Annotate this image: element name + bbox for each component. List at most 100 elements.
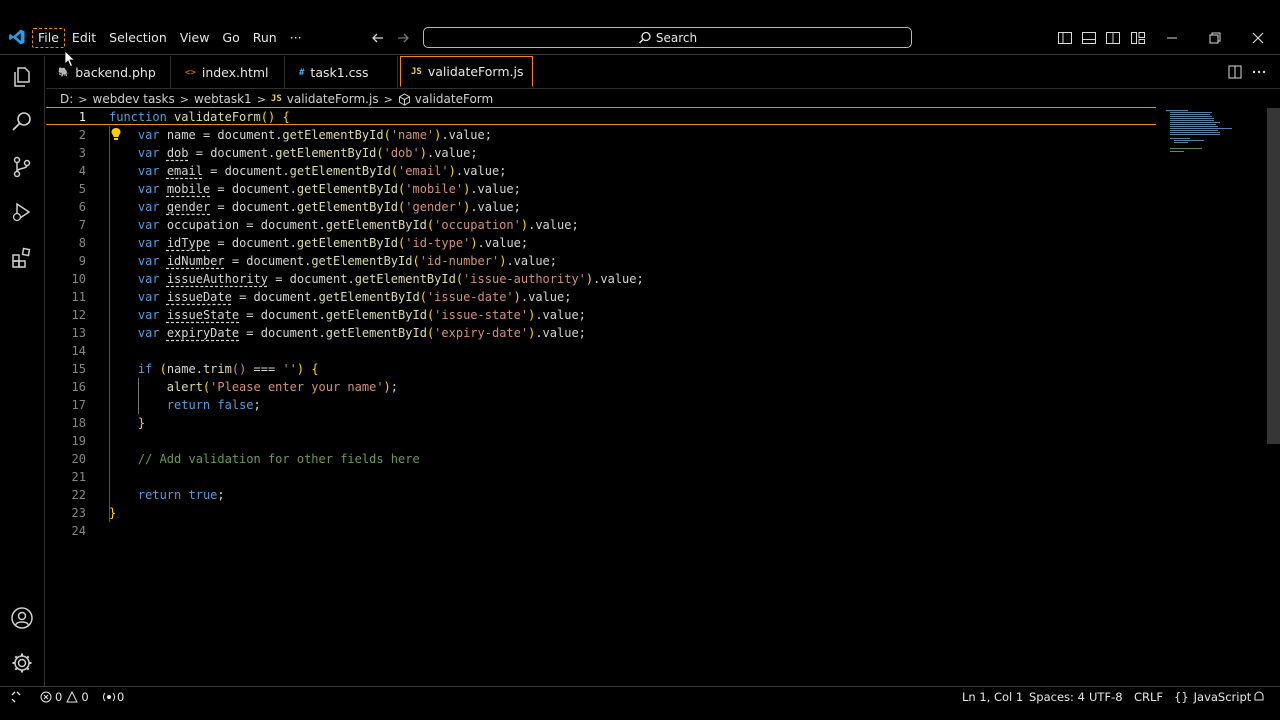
tab-task1-css[interactable]: # task1.css (285, 56, 398, 89)
code-text: var dob = document.getElementById('dob')… (137, 146, 478, 160)
minimap[interactable] (1164, 108, 1244, 153)
restore-icon[interactable] (1207, 30, 1223, 46)
code-line[interactable]: 24 (46, 522, 1156, 540)
code-line[interactable]: 5 var mobile = document.getElementById('… (46, 180, 1156, 198)
explorer-icon[interactable] (10, 65, 34, 89)
code-line[interactable]: 6 var gender = document.getElementById('… (46, 198, 1156, 216)
breadcrumb-folder[interactable]: webdev tasks (93, 92, 175, 106)
command-center-search[interactable]: Search (423, 27, 912, 48)
menu-go[interactable]: Go (216, 28, 245, 48)
split-editor-icon[interactable] (1228, 65, 1242, 79)
toggle-secondary-sidebar-icon[interactable] (1105, 30, 1121, 46)
language-mode[interactable]: {} JavaScript (1174, 689, 1251, 705)
code-line[interactable]: 16 alert('Please enter your name'); (46, 378, 1156, 396)
code-line[interactable]: 1 function validateForm() { (46, 107, 1156, 125)
menu-view[interactable]: View (174, 28, 216, 48)
code-line[interactable]: 7 var occupation = document.getElementBy… (46, 216, 1156, 234)
code-text: return true; (137, 488, 225, 502)
code-text: } (137, 416, 146, 430)
menu-edit[interactable]: Edit (66, 28, 102, 48)
code-line[interactable]: 10 var issueAuthority = document.getElem… (46, 270, 1156, 288)
code-line[interactable]: 15 if (name.trim() === '') { (46, 360, 1156, 378)
line-number: 14 (71, 344, 86, 358)
tab-backend-php[interactable]: 🐘 backend.php (46, 56, 171, 89)
code-line[interactable]: 21 (46, 468, 1156, 486)
code-text: var idType = document.getElementById('id… (137, 236, 529, 250)
toggle-primary-sidebar-icon[interactable] (1057, 30, 1073, 46)
braces-icon: {} (1174, 690, 1189, 704)
search-icon (638, 31, 651, 43)
code-line[interactable]: 8 var idType = document.getElementById('… (46, 234, 1156, 252)
symbol-method-icon (398, 92, 410, 106)
menu-selection[interactable]: Selection (103, 28, 173, 48)
code-line[interactable]: 17 return false; (46, 396, 1156, 414)
code-line[interactable]: 18 } (46, 414, 1156, 432)
bell-icon[interactable] (1253, 690, 1265, 704)
end-of-line[interactable]: CRLF (1134, 689, 1163, 705)
code-text: var issueDate = document.getElementById(… (137, 290, 572, 304)
vertical-scrollbar[interactable] (1267, 108, 1280, 444)
code-line[interactable]: 22 return true; (46, 486, 1156, 504)
menu-run[interactable]: Run (247, 28, 283, 48)
warning-count: 0 (81, 690, 89, 704)
code-line[interactable]: 20 // Add validation for other fields he… (46, 450, 1156, 468)
code-line[interactable]: 3 var dob = document.getElementById('dob… (46, 144, 1156, 162)
breadcrumb-folder[interactable]: webtask1 (194, 92, 252, 106)
activity-bar (0, 56, 45, 686)
code-editor[interactable]: 1 function validateForm() {2 var name = d… (46, 107, 1266, 686)
arrow-right-icon[interactable] (395, 30, 411, 46)
minimize-icon[interactable] (1164, 30, 1180, 46)
code-text: var occupation = document.getElementById… (137, 218, 579, 232)
ports-indicator[interactable]: 0 (103, 689, 124, 705)
extensions-icon[interactable] (10, 246, 34, 270)
js-icon: JS (411, 66, 422, 77)
tab-label: task1.css (310, 65, 369, 80)
line-number: 16 (71, 380, 86, 394)
code-line[interactable]: 4 var email = document.getElementById('e… (46, 162, 1156, 180)
code-line[interactable]: 2 var name = document.getElementById('na… (46, 126, 1156, 144)
language-label: JavaScript (1193, 690, 1252, 704)
code-line[interactable]: 13 var expiryDate = document.getElementB… (46, 324, 1156, 342)
tab-index-html[interactable]: <> index.html (171, 56, 285, 89)
tab-validateform-js[interactable]: JS validateForm.js (400, 56, 533, 87)
source-control-icon[interactable] (10, 155, 34, 179)
chevron-right-icon: > (179, 92, 189, 106)
arrow-left-icon[interactable] (370, 30, 386, 46)
breadcrumb-drive[interactable]: D: (60, 92, 73, 106)
code-text: alert('Please enter your name'); (166, 380, 399, 394)
accounts-icon[interactable] (10, 606, 34, 630)
code-text: var expiryDate = document.getElementById… (137, 326, 586, 340)
line-number: 8 (78, 236, 86, 250)
close-window-icon[interactable] (1250, 30, 1266, 46)
menu-more[interactable]: ··· (284, 28, 308, 48)
code-text: var issueAuthority = document.getElement… (137, 272, 644, 286)
run-and-debug-icon[interactable] (10, 200, 34, 224)
code-line[interactable]: 14 (46, 342, 1156, 360)
chevron-right-icon: > (78, 92, 88, 106)
cursor-position[interactable]: Ln 1, Col 1 (962, 689, 1023, 705)
gear-icon[interactable] (10, 651, 34, 675)
code-text: var email = document.getElementById('ema… (137, 164, 507, 178)
code-line[interactable]: 23} (46, 504, 1156, 522)
breadcrumb-file[interactable]: validateForm.js (287, 92, 379, 106)
chevron-right-icon: > (383, 92, 393, 106)
toggle-panel-icon[interactable] (1081, 30, 1097, 46)
code-line[interactable]: 19 (46, 432, 1156, 450)
code-line[interactable]: 9 var idNumber = document.getElementById… (46, 252, 1156, 270)
indentation[interactable]: Spaces: 4 (1029, 689, 1085, 705)
customize-layout-icon[interactable] (1130, 30, 1146, 46)
problems-indicator[interactable]: 0 0 (40, 689, 89, 705)
encoding[interactable]: UTF-8 (1089, 689, 1123, 705)
code-text: } (109, 506, 117, 520)
code-line[interactable]: 12 var issueState = document.getElementB… (46, 306, 1156, 324)
code-text: var gender = document.getElementById('ge… (137, 200, 521, 214)
code-line[interactable]: 11 var issueDate = document.getElementBy… (46, 288, 1156, 306)
lightbulb-icon[interactable] (110, 127, 122, 141)
menu-file[interactable]: File (32, 28, 65, 48)
search-icon[interactable] (10, 110, 34, 134)
breadcrumb-symbol[interactable]: validateForm (415, 92, 493, 106)
line-number: 7 (78, 218, 86, 232)
remote-icon[interactable] (10, 691, 22, 703)
breadcrumb: D: > webdev tasks > webtask1 > JS valida… (60, 90, 493, 108)
more-actions-icon[interactable] (1251, 65, 1267, 79)
